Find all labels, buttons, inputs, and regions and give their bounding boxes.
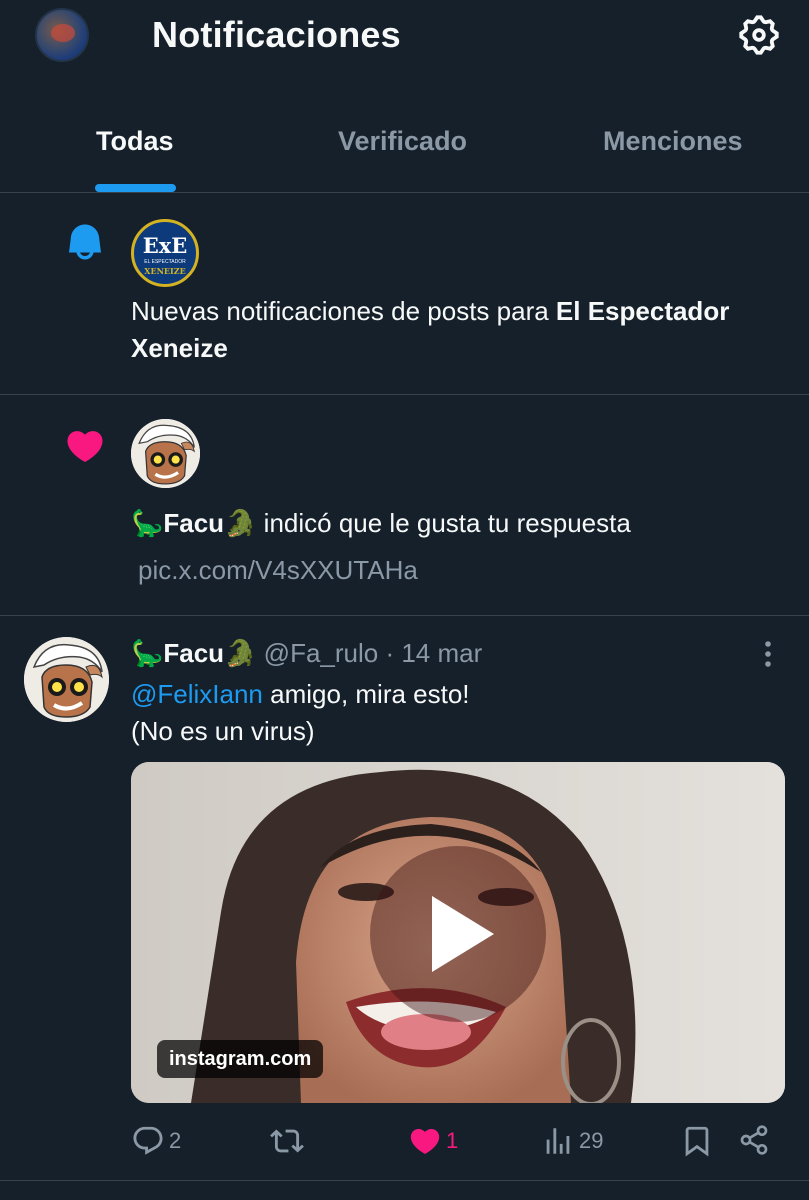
bookmark-icon xyxy=(685,1126,709,1157)
liked-reply-link[interactable]: pic.x.com/V4sXXUTAHa xyxy=(138,555,418,586)
logo-monogram: ExE xyxy=(142,233,188,258)
tweet-date[interactable]: 14 mar xyxy=(401,638,482,668)
share-button[interactable] xyxy=(738,1124,770,1156)
notification-prefix: Nuevas notificaciones de posts para xyxy=(131,296,556,326)
tab-verificado[interactable]: Verificado xyxy=(338,126,467,157)
tweet-actions: 2 1 29 xyxy=(0,1120,809,1164)
tab-todas[interactable]: Todas xyxy=(96,126,174,157)
bell-icon xyxy=(69,224,101,260)
el-espectador-xeneize-logo[interactable]: ExE EL ESPECTADOR XENEIZE xyxy=(131,219,199,287)
reply-icon xyxy=(133,1126,163,1155)
views-button[interactable]: 29 xyxy=(541,1124,603,1158)
reply-count: 2 xyxy=(169,1128,182,1153)
like-count: 1 xyxy=(446,1128,459,1153)
views-count: 29 xyxy=(579,1128,604,1153)
facu-avatar[interactable] xyxy=(24,637,109,722)
user-avatar[interactable] xyxy=(35,8,89,62)
author-name[interactable]: 🦕Facu🐊 xyxy=(131,638,256,668)
bookmark-button[interactable] xyxy=(680,1124,714,1158)
reply-button[interactable]: 2 xyxy=(131,1124,181,1158)
views-icon xyxy=(546,1128,570,1154)
tweet-text-line1: amigo, mira esto! xyxy=(262,679,470,709)
logo-small-text: EL ESPECTADOR xyxy=(144,259,186,265)
retweet-button[interactable] xyxy=(270,1124,308,1158)
notifications-screen: Notificaciones Todas Verificado Mencione… xyxy=(0,0,809,1200)
notification-like[interactable]: 🦕Facu🐊 indicó que le gusta tu respuesta … xyxy=(0,395,809,616)
gear-icon[interactable] xyxy=(736,12,782,58)
tweet-text: @FelixIann amigo, mira esto! (No es un v… xyxy=(131,676,771,750)
heart-filled-icon xyxy=(410,1128,440,1154)
page-title: Notificaciones xyxy=(152,14,401,55)
retweet-icon xyxy=(270,1129,304,1153)
notification-text: 🦕Facu🐊 indicó que le gusta tu respuesta xyxy=(131,505,771,541)
heart-icon xyxy=(67,431,103,463)
logo-name: XENEIZE xyxy=(144,266,186,276)
active-tab-indicator xyxy=(95,184,176,192)
tweet-mention[interactable]: 🦕Facu🐊 @Fa_rulo · 14 mar @FelixIann amig… xyxy=(0,616,809,1181)
notification-tabs: Todas Verificado Menciones xyxy=(0,100,809,193)
notification-new-posts[interactable]: ExE EL ESPECTADOR XENEIZE Nuevas notific… xyxy=(0,193,809,395)
liker-name[interactable]: 🦕Facu🐊 xyxy=(131,508,256,538)
like-message: indicó que le gusta tu respuesta xyxy=(256,508,631,538)
notification-text: Nuevas notificaciones de posts para El E… xyxy=(131,293,751,367)
facu-avatar[interactable] xyxy=(131,419,200,488)
link-domain-badge: instagram.com xyxy=(157,1040,324,1078)
like-button[interactable]: 1 xyxy=(408,1124,458,1158)
share-icon xyxy=(740,1125,768,1155)
tab-menciones[interactable]: Menciones xyxy=(603,126,743,157)
top-bar: Notificaciones xyxy=(0,0,809,75)
play-icon[interactable] xyxy=(368,844,548,1024)
mention-link[interactable]: @FelixIann xyxy=(131,679,263,709)
meta-separator: · xyxy=(378,638,402,668)
more-options-icon[interactable] xyxy=(755,638,781,670)
tweet-header: 🦕Facu🐊 @Fa_rulo · 14 mar xyxy=(131,638,482,669)
author-handle[interactable]: @Fa_rulo xyxy=(264,638,379,668)
tweet-text-line2: (No es un virus) xyxy=(131,716,315,746)
